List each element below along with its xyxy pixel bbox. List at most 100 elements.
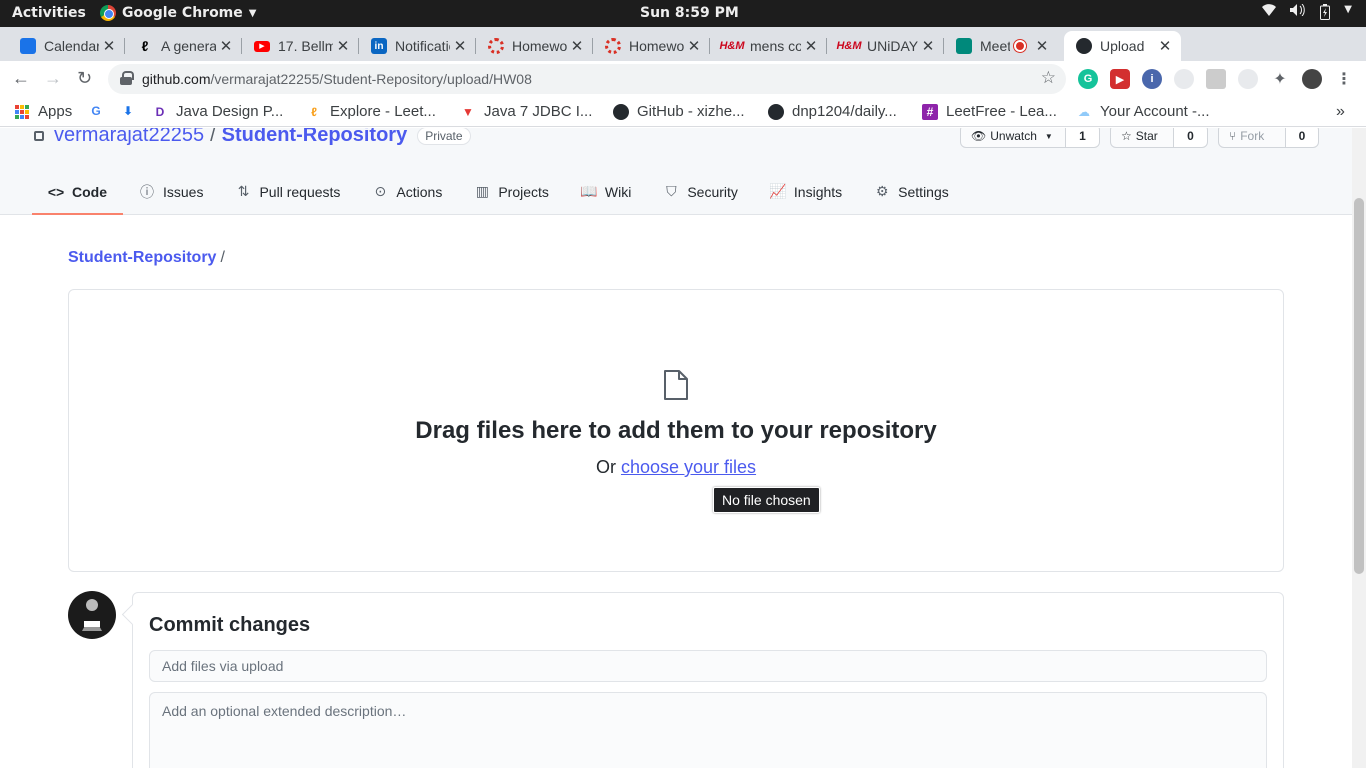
- commit-description-textarea[interactable]: [149, 692, 1267, 768]
- browser-tab[interactable]: ▶ 17. Bellman ✕: [242, 31, 359, 61]
- github-icon: [613, 103, 629, 120]
- watch-button[interactable]: 👁 Unwatch ▼: [960, 128, 1066, 148]
- dropzone-title: Drag files here to add them to your repo…: [415, 417, 937, 444]
- browser-tab[interactable]: H&M UNiDAYS ✕: [827, 31, 944, 61]
- repo-title: vermarajat22255 / Student-Repository Pri…: [34, 128, 471, 147]
- browser-tab-active[interactable]: Upload ✕: [1064, 31, 1181, 61]
- reload-button[interactable]: ↻: [77, 68, 92, 89]
- bookmark-google[interactable]: G: [88, 103, 104, 119]
- extension-icon[interactable]: ▶: [1110, 69, 1130, 89]
- url-text: github.com/vermarajat22255/Student-Repos…: [142, 71, 532, 87]
- browser-tab[interactable]: Homework ✕: [593, 31, 710, 61]
- file-tooltip: No file chosen: [713, 487, 820, 513]
- os-top-bar: Activities Google Chrome ▼ Sun 8:59 PM ▼: [0, 0, 1366, 27]
- close-tab-icon[interactable]: ✕: [1155, 37, 1175, 55]
- grammarly-icon[interactable]: G: [1078, 69, 1098, 89]
- avatar[interactable]: [68, 591, 116, 639]
- close-tab-icon[interactable]: ✕: [450, 37, 470, 55]
- close-tab-icon[interactable]: ✕: [99, 37, 119, 55]
- account-icon: ☁: [1078, 104, 1090, 119]
- tab-code[interactable]: <> Code: [32, 168, 123, 215]
- bookmarks-overflow-icon[interactable]: »: [1336, 103, 1345, 121]
- browser-tab[interactable]: in Notifications ✕: [359, 31, 476, 61]
- tab-issues[interactable]: ⓘ Issues: [123, 168, 219, 215]
- watch-count[interactable]: 1: [1066, 128, 1100, 148]
- star-button[interactable]: ☆ Star: [1110, 128, 1174, 148]
- close-tab-icon[interactable]: ✕: [684, 37, 704, 55]
- fork-count[interactable]: 0: [1286, 128, 1319, 148]
- fork-button[interactable]: ⑂ Fork: [1218, 128, 1286, 148]
- bookmark-item[interactable]: ☁ Your Account -...: [1076, 103, 1210, 120]
- close-tab-icon[interactable]: ✕: [567, 37, 587, 55]
- breadcrumb: Student-Repository /: [68, 249, 225, 266]
- youtube-icon: ▶: [254, 40, 270, 52]
- close-tab-icon[interactable]: ✕: [801, 37, 821, 55]
- close-tab-icon[interactable]: ✕: [333, 37, 353, 55]
- app-menu[interactable]: Google Chrome ▼: [100, 5, 256, 21]
- shield-icon: ⛉: [666, 183, 677, 199]
- tab-pull-requests[interactable]: ⇅ Pull requests: [219, 168, 356, 215]
- bookmark-item[interactable]: GitHub - xizhe...: [613, 103, 745, 120]
- lock-icon: [120, 71, 134, 85]
- bookmark-item[interactable]: ▼ Java 7 JDBC I...: [460, 103, 592, 120]
- tab-actions[interactable]: ⊙ Actions: [356, 168, 458, 215]
- extension-icon[interactable]: i: [1142, 69, 1162, 89]
- graph-icon: 📈: [769, 183, 787, 199]
- breadcrumb-root-link[interactable]: Student-Repository: [68, 249, 216, 266]
- browser-tab[interactable]: Meet ✕: [944, 31, 1064, 61]
- puzzle-icon[interactable]: ✦: [1270, 69, 1290, 89]
- upload-dropzone[interactable]: Drag files here to add them to your repo…: [68, 289, 1284, 572]
- tab-security[interactable]: ⛉ Security: [647, 168, 754, 215]
- back-button[interactable]: ←: [12, 68, 30, 89]
- system-tray[interactable]: ▼: [1262, 3, 1352, 24]
- tab-projects[interactable]: ▥ Projects: [458, 168, 565, 215]
- tab-insights[interactable]: 📈 Insights: [754, 168, 858, 215]
- commit-summary-input[interactable]: [149, 650, 1267, 682]
- scrollbar-thumb[interactable]: [1354, 198, 1364, 574]
- choose-files-link[interactable]: choose your files: [621, 457, 756, 477]
- chevron-down-icon: ▼: [1044, 131, 1053, 141]
- browser-tab[interactable]: Calendar ✕: [8, 31, 125, 61]
- wifi-icon: [1262, 4, 1277, 24]
- bookmark-item[interactable]: D Java Design P...: [152, 103, 284, 120]
- tab-wiki[interactable]: 📖 Wiki: [565, 168, 647, 215]
- bookmark-apps[interactable]: Apps: [14, 103, 72, 120]
- page-scrollbar[interactable]: [1352, 128, 1366, 768]
- tab-settings[interactable]: ⚙ Settings: [858, 168, 965, 215]
- forward-button[interactable]: →: [44, 68, 62, 89]
- close-tab-icon[interactable]: ✕: [1032, 37, 1052, 55]
- browser-tab[interactable]: Homework ✕: [476, 31, 593, 61]
- clock[interactable]: Sun 8:59 PM: [640, 5, 739, 21]
- fork-icon: ⑂: [1229, 129, 1237, 143]
- close-tab-icon[interactable]: ✕: [216, 37, 236, 55]
- google-icon: G: [91, 104, 101, 118]
- github-icon: [768, 103, 784, 120]
- repo-lock-icon: [34, 130, 44, 141]
- volume-icon: [1290, 3, 1306, 24]
- address-bar[interactable]: github.com/vermarajat22255/Student-Repos…: [108, 64, 1066, 94]
- extension-icon[interactable]: [1238, 69, 1258, 89]
- activities-button[interactable]: Activities: [12, 5, 86, 21]
- close-tab-icon[interactable]: ✕: [918, 37, 938, 55]
- bookmark-item[interactable]: ℓ Explore - Leet...: [306, 103, 436, 120]
- bookmark-item[interactable]: dnp1204/daily...: [768, 103, 897, 120]
- bookmark-star-icon[interactable]: ☆: [1041, 68, 1056, 88]
- menu-icon[interactable]: ⋮: [1334, 69, 1354, 89]
- repo-owner-link[interactable]: vermarajat22255: [54, 128, 204, 147]
- extension-icon[interactable]: [1174, 69, 1194, 89]
- bookmark-item[interactable]: # LeetFree - Lea...: [922, 103, 1057, 120]
- browser-tab[interactable]: H&M mens co ✕: [710, 31, 827, 61]
- app-name: Google Chrome: [122, 5, 243, 21]
- play-icon: ⊙: [374, 183, 387, 199]
- star-count[interactable]: 0: [1174, 128, 1208, 148]
- repo-name-link[interactable]: Student-Repository: [222, 128, 408, 147]
- toolbar: ← → ↻ github.com/vermarajat22255/Student…: [0, 61, 1366, 97]
- profile-avatar[interactable]: [1302, 69, 1322, 89]
- book-icon: 📖: [580, 183, 598, 199]
- browser-tab[interactable]: ℓ A general ✕: [125, 31, 242, 61]
- star-icon: ☆: [1121, 129, 1132, 143]
- bookmark-download[interactable]: ⬇: [120, 103, 136, 119]
- extension-icon[interactable]: [1206, 69, 1226, 89]
- issue-icon: ⓘ: [140, 183, 154, 200]
- leetfree-icon: #: [922, 103, 938, 120]
